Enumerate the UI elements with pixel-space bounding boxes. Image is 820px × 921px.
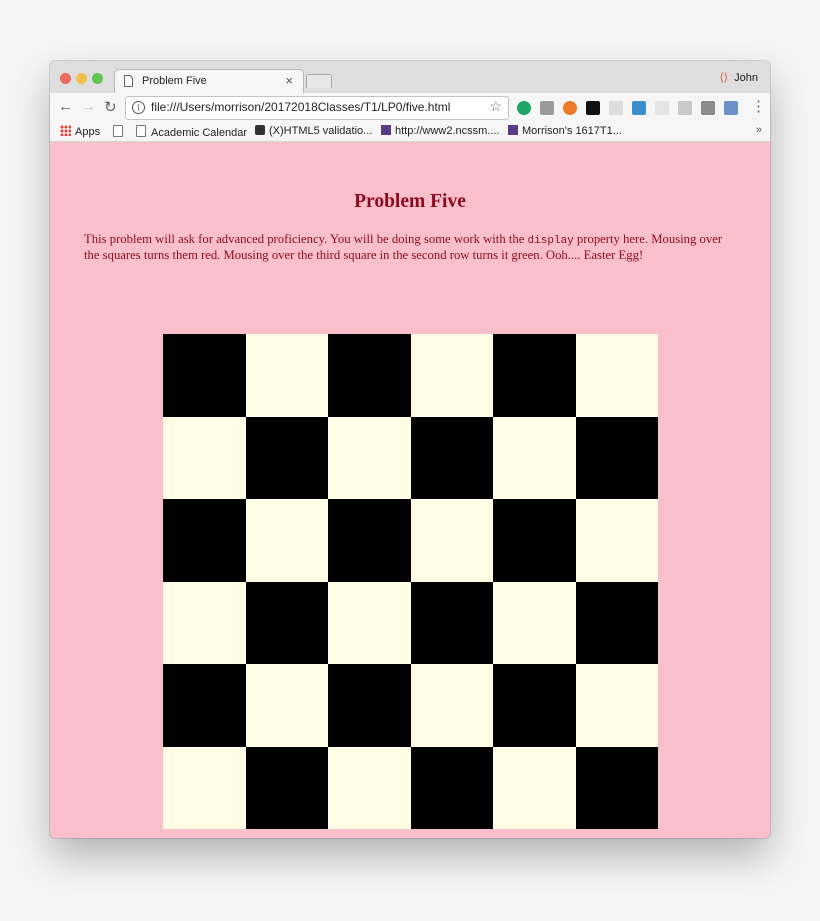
- profile-icon: ⟨⟩: [719, 72, 729, 84]
- url-text[interactable]: file:///Users/morrison/20172018Classes/T…: [151, 100, 450, 114]
- board-square[interactable]: [410, 746, 493, 829]
- board-square[interactable]: [163, 499, 246, 582]
- bookmark-star-icon[interactable]: ☆: [489, 98, 502, 115]
- board-square[interactable]: [575, 416, 658, 499]
- page-title: Problem Five: [354, 191, 466, 212]
- board-square[interactable]: [410, 334, 493, 417]
- board-square[interactable]: [328, 664, 411, 747]
- window-maximize-button[interactable]: [92, 73, 103, 84]
- board-square[interactable]: [493, 416, 576, 499]
- extension-icon[interactable]: [563, 101, 577, 115]
- board-square[interactable]: [575, 664, 658, 747]
- board-square[interactable]: [493, 581, 576, 664]
- board-square[interactable]: [245, 581, 328, 664]
- checkerboard: [163, 334, 658, 829]
- board-square[interactable]: [410, 499, 493, 582]
- board-square[interactable]: [575, 334, 658, 417]
- board-square[interactable]: [245, 746, 328, 829]
- board-square[interactable]: [493, 499, 576, 582]
- board-square[interactable]: [245, 416, 328, 499]
- code-display: display: [527, 235, 574, 247]
- board-square[interactable]: [163, 746, 246, 829]
- instructions-paragraph: This problem will ask for advanced profi…: [84, 232, 723, 262]
- new-tab-button[interactable]: [306, 74, 332, 88]
- extension-icon[interactable]: [678, 101, 692, 115]
- board-square[interactable]: [328, 416, 411, 499]
- board-square[interactable]: [493, 664, 576, 747]
- extension-icon[interactable]: [701, 101, 715, 115]
- board-square[interactable]: [245, 499, 328, 582]
- extension-icon[interactable]: [724, 101, 738, 115]
- more-menu-icon[interactable]: ⋮: [751, 97, 766, 115]
- window-close-button[interactable]: [60, 73, 71, 84]
- page-content: Problem Five This problem will ask for a…: [50, 142, 770, 838]
- board-square[interactable]: [328, 499, 411, 582]
- tab-problem-five[interactable]: Problem Five ×: [114, 69, 304, 94]
- tab-strip: Problem Five × ⟨⟩ John: [50, 61, 770, 94]
- board-square[interactable]: [245, 664, 328, 747]
- board-square[interactable]: [410, 416, 493, 499]
- bookmarks-bar: Apps Academic Calendar (X)HTML5 validati…: [50, 123, 770, 142]
- vimeo-extension-icon[interactable]: [586, 101, 600, 115]
- page-icon: [124, 75, 133, 87]
- bookmark-blank-page[interactable]: [113, 125, 128, 139]
- bookmark-html5-validator[interactable]: (X)HTML5 validatio...: [255, 125, 372, 137]
- info-icon[interactable]: i: [132, 101, 145, 114]
- back-arrow-icon[interactable]: ←: [58, 98, 73, 115]
- address-bar[interactable]: i file:///Users/morrison/20172018Classes…: [125, 96, 509, 120]
- grammarly-extension-icon[interactable]: [517, 101, 531, 115]
- board-square[interactable]: [575, 581, 658, 664]
- apps-grid-icon: [60, 125, 71, 136]
- extension-icon[interactable]: [632, 101, 646, 115]
- window-minimize-button[interactable]: [76, 73, 87, 84]
- bookmark-academic-calendar[interactable]: Academic Calendar: [136, 125, 247, 139]
- board-square[interactable]: [328, 746, 411, 829]
- board-square[interactable]: [575, 746, 658, 829]
- page-icon: [136, 125, 146, 137]
- extension-icon[interactable]: [655, 101, 669, 115]
- board-square[interactable]: [328, 334, 411, 417]
- bookmark-morrison[interactable]: Morrison's 1617T1...: [508, 125, 622, 137]
- site-icon: [381, 125, 391, 135]
- board-square[interactable]: [410, 581, 493, 664]
- more-bookmarks-icon[interactable]: »: [756, 124, 762, 136]
- tab-close-icon[interactable]: ×: [285, 73, 293, 88]
- board-square[interactable]: [410, 664, 493, 747]
- board-square[interactable]: [575, 499, 658, 582]
- browser-toolbar: ← → ↻ i file:///Users/morrison/20172018C…: [50, 93, 770, 123]
- board-square[interactable]: [493, 746, 576, 829]
- board-square[interactable]: [163, 416, 246, 499]
- page-icon: [113, 125, 123, 137]
- board-square[interactable]: [163, 664, 246, 747]
- tab-title: Problem Five: [142, 75, 207, 87]
- profile-button[interactable]: ⟨⟩ John: [719, 71, 758, 84]
- board-square[interactable]: [163, 334, 246, 417]
- board-square[interactable]: [328, 581, 411, 664]
- forward-arrow-icon[interactable]: →: [81, 98, 96, 115]
- board-square[interactable]: [245, 334, 328, 417]
- browser-window: Problem Five × ⟨⟩ John ← → ↻ i file:///U…: [50, 61, 770, 838]
- board-square[interactable]: [493, 334, 576, 417]
- bookmark-ncssm[interactable]: http://www2.ncssm....: [381, 125, 500, 137]
- reload-icon[interactable]: ↻: [104, 98, 117, 116]
- site-icon: [508, 125, 518, 135]
- bookmark-apps[interactable]: Apps: [60, 125, 100, 138]
- extension-icon[interactable]: [609, 101, 623, 115]
- validator-icon: [255, 125, 265, 135]
- profile-name: John: [734, 72, 758, 84]
- extension-icon[interactable]: [540, 101, 554, 115]
- board-square[interactable]: [163, 581, 246, 664]
